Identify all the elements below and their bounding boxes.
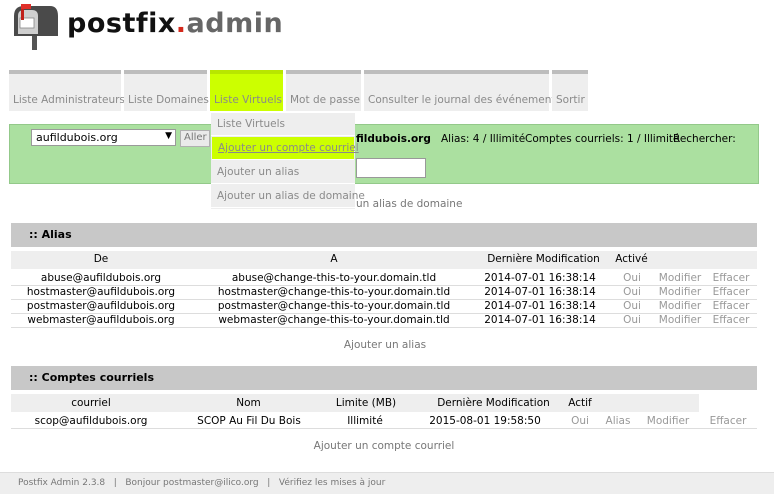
alias-active-toggle[interactable]: Oui <box>612 300 652 312</box>
alias-edit-link[interactable]: Modifier <box>655 286 705 298</box>
alias-edit-link[interactable]: Modifier <box>655 272 705 284</box>
check-updates-link[interactable]: Vérifiez les mises à jour <box>279 478 385 488</box>
alias-stats: Alias: 4 / Illimité <box>441 133 526 145</box>
alias-active-toggle[interactable]: Oui <box>612 272 652 284</box>
alias-from: postmaster@aufildubois.org <box>26 300 176 312</box>
mailbox-table-header: courriel Nom Limite (MB) Dernière Modifi… <box>11 394 699 412</box>
alias-to: hostmaster@change-this-to-your.domain.tl… <box>217 286 451 298</box>
submenu-add-domain-alias[interactable]: Ajouter un alias de domaine <box>211 185 365 208</box>
alias-from: webmaster@aufildubois.org <box>27 314 175 326</box>
column-header: Activé <box>615 253 648 265</box>
mailbox-stats: Comptes courriels: 1 / Illimité <box>525 133 680 145</box>
alias-delete-link[interactable]: Effacer <box>708 314 754 326</box>
mailbox-alias-link[interactable]: Alias <box>600 415 636 427</box>
alias-delete-link[interactable]: Effacer <box>708 300 754 312</box>
alias-modified: 2014-07-01 16:38:14 <box>484 300 596 312</box>
alias-modified: 2014-07-01 16:38:14 <box>484 286 596 298</box>
search-input[interactable] <box>356 158 426 178</box>
mailbox-delete-link[interactable]: Effacer <box>705 415 751 427</box>
greeting-text: Bonjour postmaster@ilico.org <box>125 478 259 488</box>
menu-virtual-list[interactable]: Liste Virtuels <box>210 70 283 111</box>
column-header: A <box>330 253 338 265</box>
version-text: Postfix Admin 2.3.8 <box>18 478 106 488</box>
column-header: De <box>93 253 109 265</box>
go-button[interactable]: Aller <box>180 130 210 147</box>
alias-section-title: :: Alias <box>11 223 757 247</box>
mailbox-edit-link[interactable]: Modifier <box>643 415 693 427</box>
alias-delete-link[interactable]: Effacer <box>708 286 754 298</box>
add-alias-link[interactable]: Ajouter un alias <box>0 339 770 351</box>
alias-modified: 2014-07-01 16:38:14 <box>484 272 596 284</box>
domain-name: fildubois.org <box>356 133 431 145</box>
alias-from: hostmaster@aufildubois.org <box>26 286 176 298</box>
menu-password[interactable]: Mot de passe <box>286 70 361 111</box>
menu-view-log[interactable]: Consulter le journal des événements <box>364 70 561 111</box>
search-label: Rechercher: <box>673 133 736 145</box>
menu-label: Consulter le journal des événements <box>368 94 561 106</box>
menu-label: Liste Domaines <box>128 94 209 106</box>
submenu-virtual-list[interactable]: Liste Virtuels <box>211 113 355 136</box>
chevron-down-icon: ▼ <box>165 131 172 141</box>
alias-modified: 2014-07-01 16:38:14 <box>484 314 596 326</box>
mailbox-logo-icon <box>14 4 58 50</box>
column-header: courriel <box>71 397 111 409</box>
alias-active-toggle[interactable]: Oui <box>612 286 652 298</box>
footer: Postfix Admin 2.3.8 | Bonjour postmaster… <box>0 472 774 494</box>
column-header: Actif <box>568 397 592 409</box>
add-mailbox-link[interactable]: Ajouter un compte courriel <box>0 440 768 452</box>
column-header: Limite (MB) <box>335 397 397 409</box>
menu-label: Liste Virtuels <box>214 94 282 106</box>
mailbox-email: scop@aufildubois.org <box>34 415 148 427</box>
submenu-add-alias[interactable]: Ajouter un alias <box>211 161 355 184</box>
menu-label: Liste Administrateurs <box>13 94 125 106</box>
menu-domain-list[interactable]: Liste Domaines <box>124 70 209 111</box>
alias-to: webmaster@change-this-to-your.domain.tld <box>218 314 450 326</box>
alias-from: abuse@aufildubois.org <box>40 272 162 284</box>
menu-label: Mot de passe <box>290 94 360 106</box>
virtual-submenu: Liste Virtuels Ajouter un compte courrie… <box>211 113 365 209</box>
menu-admin-list[interactable]: Liste Administrateurs <box>9 70 125 111</box>
mailbox-quota: Illimité <box>347 415 383 427</box>
alias-to: postmaster@change-this-to-your.domain.tl… <box>217 300 451 312</box>
alias-to: abuse@change-this-to-your.domain.tld <box>231 272 437 284</box>
menu-label: Sortir <box>556 94 585 106</box>
alias-active-toggle[interactable]: Oui <box>612 314 652 326</box>
mailbox-active-toggle[interactable]: Oui <box>565 415 595 427</box>
separator: | <box>113 478 117 488</box>
mailbox-section-title: :: Comptes courriels <box>11 366 757 390</box>
separator: | <box>267 478 271 488</box>
add-domain-alias-link[interactable]: un alias de domaine <box>356 198 462 210</box>
column-header: Dernière Modification <box>487 253 600 265</box>
alias-table-header: De A Dernière Modification Activé <box>11 251 757 269</box>
app-logo-text: postfix.admin <box>67 8 284 39</box>
alias-delete-link[interactable]: Effacer <box>708 272 754 284</box>
column-header: Nom <box>236 397 261 409</box>
alias-edit-link[interactable]: Modifier <box>655 300 705 312</box>
menu-logout[interactable]: Sortir <box>552 70 588 111</box>
alias-edit-link[interactable]: Modifier <box>655 314 705 326</box>
mailbox-name: SCOP Au Fil Du Bois <box>197 415 301 427</box>
mailbox-modified: 2015-08-01 19:58:50 <box>429 415 541 427</box>
column-header: Dernière Modification <box>437 397 550 409</box>
submenu-add-mailbox[interactable]: Ajouter un compte courriel <box>212 137 359 160</box>
domain-select[interactable]: aufildubois.org ▼ <box>31 129 176 146</box>
